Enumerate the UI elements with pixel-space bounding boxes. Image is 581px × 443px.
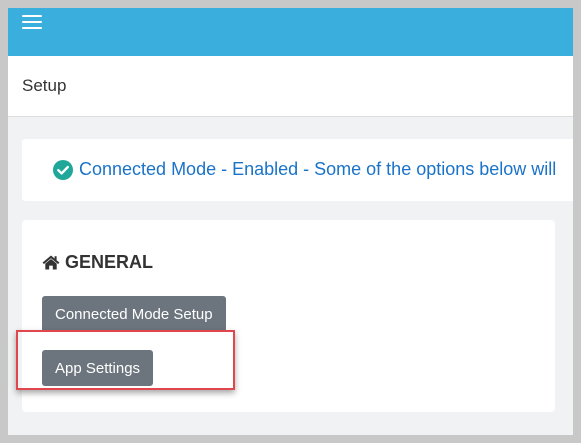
section-heading-label: GENERAL: [65, 251, 154, 272]
page-title: Setup: [22, 76, 67, 95]
app-window: Setup Connected Mode - Enabled - Some of…: [8, 8, 573, 435]
connected-mode-setup-button[interactable]: Connected Mode Setup: [42, 296, 226, 332]
hamburger-icon[interactable]: [22, 15, 42, 29]
alert-message: Connected Mode - Enabled - Some of the o…: [79, 159, 557, 179]
check-circle-icon: [53, 160, 73, 180]
home-icon: [42, 255, 60, 269]
connected-mode-setup-label: Connected Mode Setup: [55, 305, 213, 323]
connected-mode-alert: Connected Mode - Enabled - Some of the o…: [22, 139, 573, 201]
section-heading: GENERAL: [42, 250, 153, 274]
highlight-box: [16, 330, 235, 390]
top-nav-bar: [8, 8, 573, 56]
page-header: Setup: [8, 56, 573, 117]
